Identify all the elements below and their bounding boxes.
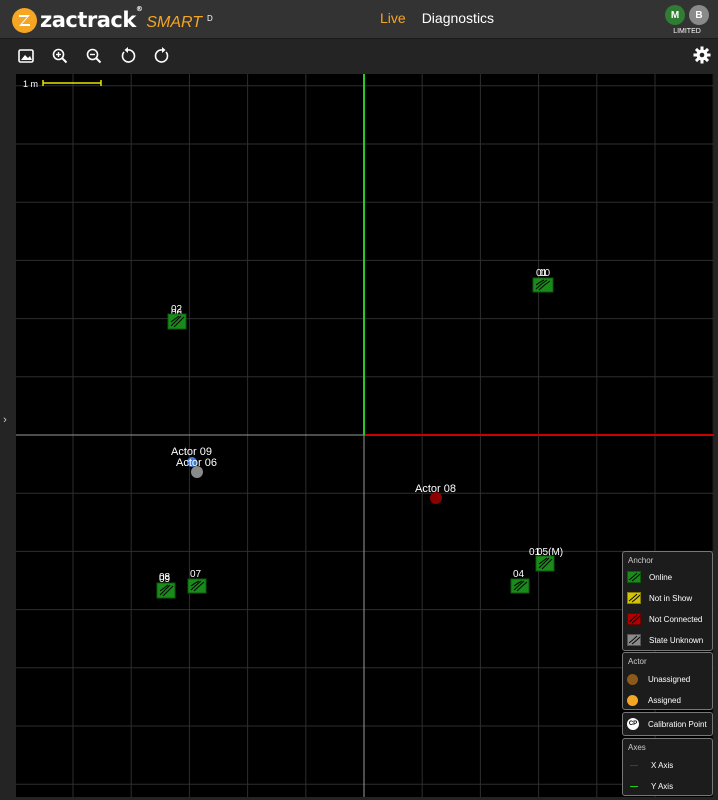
nav-diagnostics[interactable]: Diagnostics xyxy=(422,10,494,26)
tracking-map[interactable]: 1 m 02 06 01 10 08 09 07 xyxy=(16,74,714,797)
rotate-left-icon[interactable] xyxy=(118,46,138,66)
legend-anchor-section: Anchor Online Not in Show Not Connected … xyxy=(622,551,713,651)
map-canvas[interactable]: 1 m 02 06 01 10 08 09 07 xyxy=(16,74,714,797)
actor-06[interactable]: Actor 06 xyxy=(176,457,217,478)
legend-actor-section: Actor Unassigned Assigned xyxy=(622,652,713,710)
actor-assigned-icon xyxy=(627,694,638,706)
actor-08[interactable]: Actor 08 xyxy=(415,483,456,504)
legend-not-connected: Not Connected xyxy=(627,612,702,626)
legend-axes-section: Axes X Axis Y Axis xyxy=(622,738,713,796)
legend-axes-title: Axes xyxy=(628,743,646,752)
brand-product: SMART xyxy=(146,14,203,31)
actor-marker[interactable] xyxy=(191,466,203,478)
main-nav: Live Diagnostics xyxy=(380,10,494,26)
legend-unassigned: Unassigned xyxy=(627,672,690,686)
brand-name: zactrack® xyxy=(40,5,143,32)
legend-x-axis: X Axis xyxy=(627,758,673,772)
scale-bar: 1 m xyxy=(23,79,102,89)
anchor-state-unknown-icon xyxy=(627,634,641,646)
sidebar-expand-chevron-icon[interactable]: › xyxy=(0,412,10,428)
y-axis-line-icon xyxy=(630,785,638,787)
legend-not-in-show: Not in Show xyxy=(627,591,692,605)
zoom-in-icon[interactable] xyxy=(50,46,70,66)
avatar[interactable]: M xyxy=(665,5,685,25)
zactrack-z-icon xyxy=(12,7,37,33)
gear-icon[interactable] xyxy=(692,45,712,65)
anchor-label: 07 xyxy=(190,569,202,580)
anchor-label: 10 xyxy=(539,268,551,279)
scale-label: 1 m xyxy=(23,79,38,89)
legend-y-axis: Y Axis xyxy=(627,779,673,793)
anchor-not-connected-icon xyxy=(627,613,641,625)
legend-assigned: Assigned xyxy=(627,693,681,707)
legend-anchor-title: Anchor xyxy=(628,556,654,565)
anchor-label: 04 xyxy=(513,569,525,580)
legend-actor-title: Actor xyxy=(628,657,647,666)
top-bar: zactrack® SMART D Live Diagnostics M B L… xyxy=(0,0,718,39)
rotate-right-icon[interactable] xyxy=(152,46,172,66)
x-axis-line-icon xyxy=(630,764,638,766)
avatar-secondary[interactable]: B xyxy=(689,5,709,25)
map-toolbar xyxy=(0,39,718,73)
legend-calibration-point: CP Calibration Point xyxy=(627,718,707,730)
zoom-out-icon[interactable] xyxy=(84,46,104,66)
anchor-04[interactable]: 04 xyxy=(510,569,530,594)
legend-calibration-section: CP Calibration Point xyxy=(622,712,713,736)
actor-unassigned-icon xyxy=(627,673,638,685)
brand-edition: D xyxy=(207,13,213,23)
calibration-point-icon: CP xyxy=(627,718,639,730)
anchor-online-icon xyxy=(627,571,641,583)
zactrack-logo: zactrack® SMART D xyxy=(12,5,213,34)
anchor-05m[interactable]: 05(M) xyxy=(535,547,563,572)
legend-online: Online xyxy=(627,570,672,584)
anchor-not-in-show-icon xyxy=(627,592,641,604)
anchor-09[interactable]: 09 xyxy=(156,574,176,599)
legend-state-unknown: State Unknown xyxy=(627,633,703,647)
anchor-06[interactable]: 06 xyxy=(167,308,187,330)
anchor-07[interactable]: 07 xyxy=(187,569,207,594)
access-status: LIMITED xyxy=(673,28,701,35)
actor-marker[interactable] xyxy=(430,492,442,504)
image-icon[interactable] xyxy=(16,46,36,66)
nav-live[interactable]: Live xyxy=(380,10,406,26)
